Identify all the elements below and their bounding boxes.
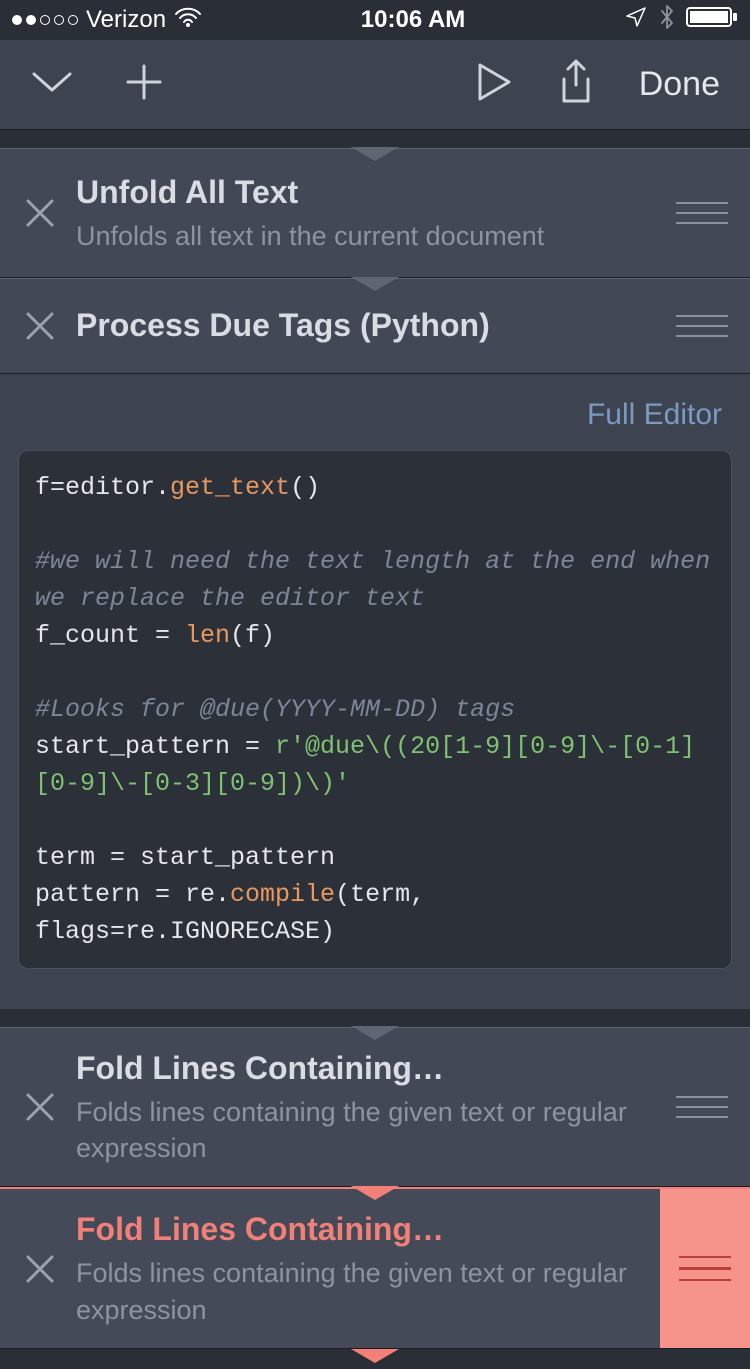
toolbar: Done — [0, 40, 750, 130]
wifi-icon — [174, 6, 202, 35]
action-fold-lines-2-error[interactable]: Fold Lines Containing… Folds lines conta… — [0, 1187, 750, 1348]
play-button[interactable] — [475, 61, 513, 108]
close-icon[interactable] — [22, 1251, 58, 1287]
close-icon[interactable] — [22, 1089, 58, 1125]
action-subtitle: Unfolds all text in the current document — [76, 218, 644, 254]
action-unfold-all[interactable]: Unfold All Text Unfolds all text in the … — [0, 148, 750, 278]
action-title: Unfold All Text — [76, 172, 644, 214]
close-icon[interactable] — [22, 308, 58, 344]
signal-dots-icon — [12, 15, 78, 25]
status-right — [624, 4, 738, 37]
drag-handle-icon[interactable] — [672, 315, 728, 337]
close-icon[interactable] — [22, 195, 58, 231]
status-left: Verizon — [12, 6, 202, 35]
code-editor[interactable]: f=editor.get_text() #we will need the te… — [18, 450, 732, 969]
editor-panel: Full Editor f=editor.get_text() #we will… — [0, 374, 750, 1009]
carrier-label: Verizon — [86, 6, 166, 34]
status-time: 10:06 AM — [361, 6, 465, 34]
action-title: Fold Lines Containing… — [76, 1209, 632, 1251]
drag-handle-icon[interactable] — [660, 1189, 750, 1347]
bluetooth-icon — [658, 4, 676, 37]
battery-icon — [686, 5, 738, 36]
action-title: Fold Lines Containing… — [76, 1048, 644, 1090]
drag-handle-icon[interactable] — [672, 202, 728, 224]
action-subtitle: Folds lines containing the given text or… — [76, 1094, 644, 1167]
share-button[interactable] — [558, 59, 594, 110]
action-subtitle: Folds lines containing the given text or… — [76, 1255, 632, 1328]
status-bar: Verizon 10:06 AM — [0, 0, 750, 40]
add-button[interactable] — [124, 62, 164, 107]
action-process-due-tags[interactable]: Process Due Tags (Python) — [0, 278, 750, 374]
action-fold-lines-1[interactable]: Fold Lines Containing… Folds lines conta… — [0, 1027, 750, 1187]
location-icon — [624, 5, 648, 36]
bottom-notch-icon — [0, 1349, 750, 1369]
action-title: Process Due Tags (Python) — [76, 305, 644, 347]
collapse-button[interactable] — [30, 68, 74, 101]
drag-handle-icon[interactable] — [672, 1096, 728, 1118]
done-button[interactable]: Done — [639, 65, 720, 104]
full-editor-link[interactable]: Full Editor — [18, 390, 732, 450]
